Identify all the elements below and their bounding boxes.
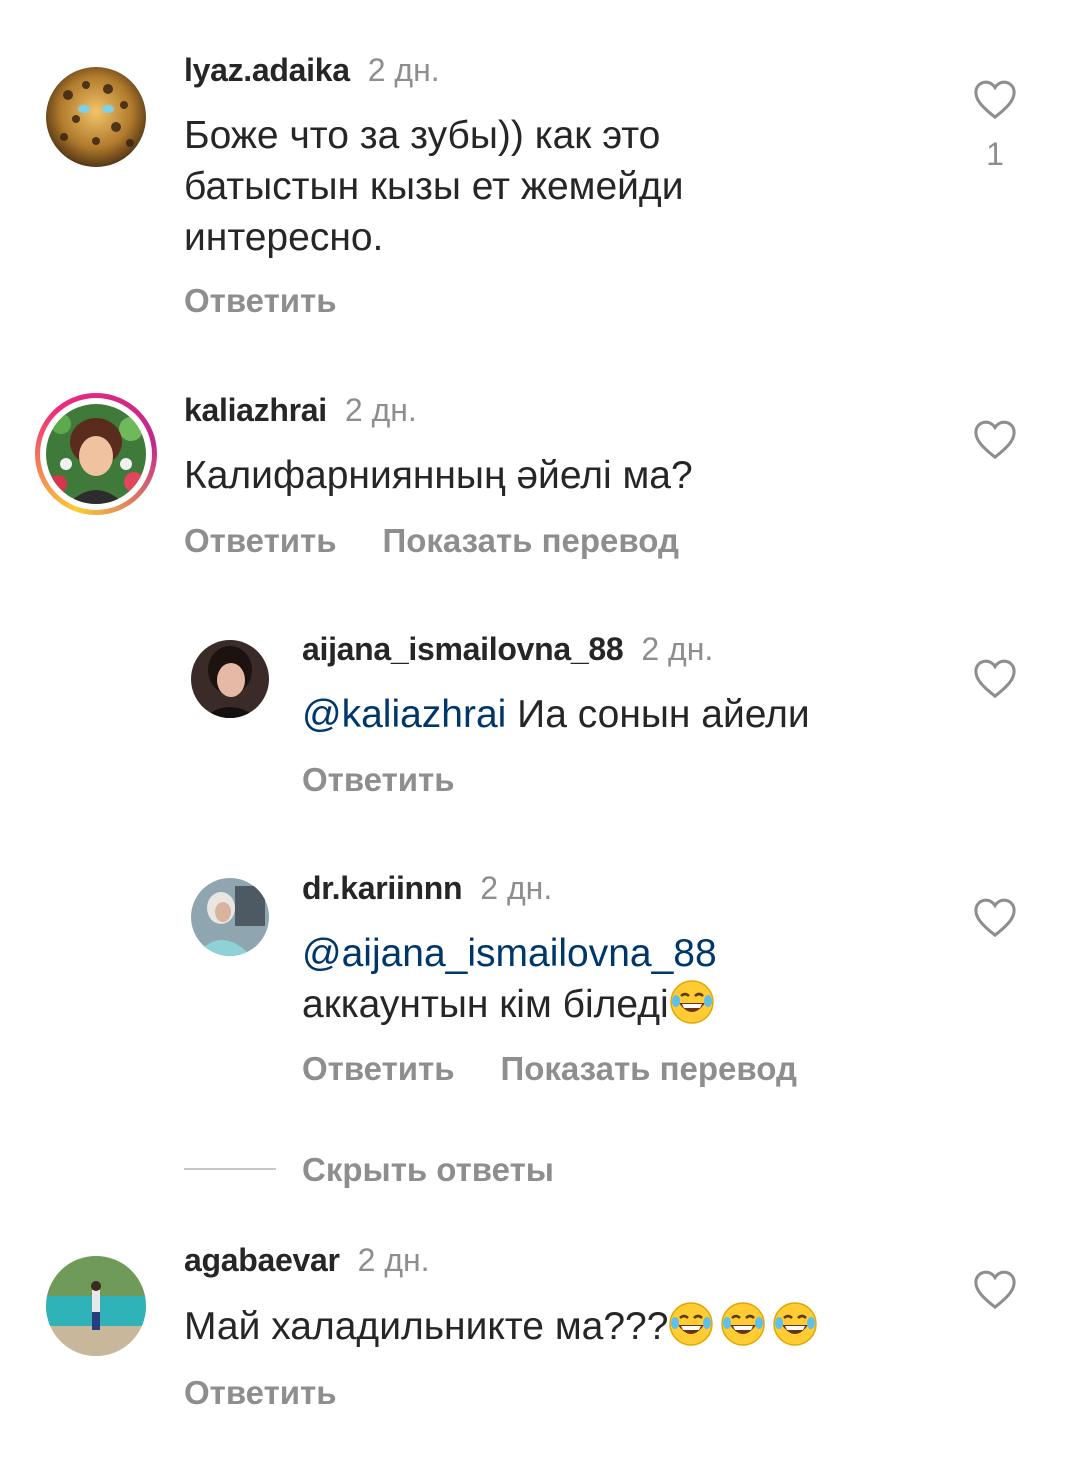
- user-avatar: [46, 404, 146, 504]
- show-translation-button[interactable]: Показать перевод: [501, 1050, 797, 1087]
- reply-time: 2 дн.: [480, 870, 553, 906]
- comment-time: 2 дн.: [367, 52, 440, 88]
- story-ring[interactable]: [35, 393, 157, 515]
- comment-actions: Ответить: [184, 281, 337, 321]
- mention-link[interactable]: @kaliazhrai: [302, 693, 506, 736]
- reply-text-body: Иа сонын айели: [506, 693, 810, 736]
- doctor-avatar-icon: [191, 878, 269, 956]
- reply-text-body: аккаунтын кім біледі: [302, 983, 669, 1026]
- comment-username[interactable]: agabaevar: [184, 1242, 340, 1278]
- comment-text: Калифарниянның әйелі ма?: [184, 454, 693, 497]
- laughing-tears-emoji-icon: [721, 1302, 766, 1346]
- heart-icon[interactable]: [972, 78, 1018, 120]
- reply-username[interactable]: aijana_ismailovna_88: [302, 631, 624, 667]
- show-translation-button[interactable]: Показать перевод: [383, 522, 679, 559]
- woman-flowers-avatar-icon: [46, 404, 146, 504]
- hide-replies-button[interactable]: Скрыть ответы: [302, 1150, 554, 1190]
- reply-text: @kaliazhrai Иа сонын айели: [302, 689, 942, 740]
- woman-portrait-avatar-icon: [191, 640, 269, 718]
- heart-icon[interactable]: [972, 418, 1018, 460]
- reply-button[interactable]: Ответить: [302, 1050, 455, 1087]
- comment-time: 2 дн.: [344, 392, 417, 428]
- reply-actions: Ответить: [302, 760, 455, 800]
- comment-text-line: батыстын кызы ет жемейди: [184, 165, 684, 208]
- reply-username[interactable]: dr.kariinnn: [302, 870, 463, 906]
- reply-actions: Ответить Показать перевод: [302, 1049, 797, 1089]
- heart-icon[interactable]: [972, 896, 1018, 938]
- laughing-tears-emoji-icon: [669, 980, 714, 1024]
- reply-button[interactable]: Ответить: [302, 761, 455, 798]
- heart-icon[interactable]: [972, 657, 1018, 699]
- comment-text: Боже что за зубы)) как это батыстын кызы…: [184, 110, 924, 263]
- reply-text: @aijana_ismailovna_88 аккаунтын кім біле…: [302, 928, 942, 1030]
- comment-username[interactable]: kaliazhrai: [184, 392, 327, 428]
- comment-text-line: интересно.: [184, 216, 384, 259]
- user-avatar[interactable]: [191, 878, 269, 956]
- like-count: 1: [986, 136, 1004, 172]
- comment-text-line: Боже что за зубы)) как это: [184, 114, 661, 157]
- comment-time: 2 дн.: [357, 1242, 430, 1278]
- leopard-avatar-icon: [46, 67, 146, 167]
- laughing-tears-emoji-icon: [773, 1302, 818, 1346]
- comment-text-body: Май халадильникте ма???: [184, 1305, 669, 1348]
- user-avatar[interactable]: [191, 640, 269, 718]
- reply-time: 2 дн.: [641, 631, 714, 667]
- comment-text: Май халадильникте ма???: [184, 1301, 944, 1352]
- heart-icon[interactable]: [972, 1268, 1018, 1310]
- mention-link[interactable]: @aijana_ismailovna_88: [302, 928, 942, 979]
- reply-button[interactable]: Ответить: [184, 1374, 337, 1411]
- user-avatar[interactable]: [46, 1256, 146, 1356]
- reply-button[interactable]: Ответить: [184, 282, 337, 319]
- laughing-tears-emoji-icon: [669, 1302, 714, 1346]
- comment-username[interactable]: lyaz.adaika: [184, 52, 350, 88]
- reply-button[interactable]: Ответить: [184, 522, 337, 559]
- comment-actions: Ответить: [184, 1373, 337, 1413]
- comment-actions: Ответить Показать перевод: [184, 521, 679, 561]
- lake-scenery-avatar-icon: [46, 1256, 146, 1356]
- divider-line: [184, 1168, 276, 1170]
- user-avatar[interactable]: [46, 67, 146, 167]
